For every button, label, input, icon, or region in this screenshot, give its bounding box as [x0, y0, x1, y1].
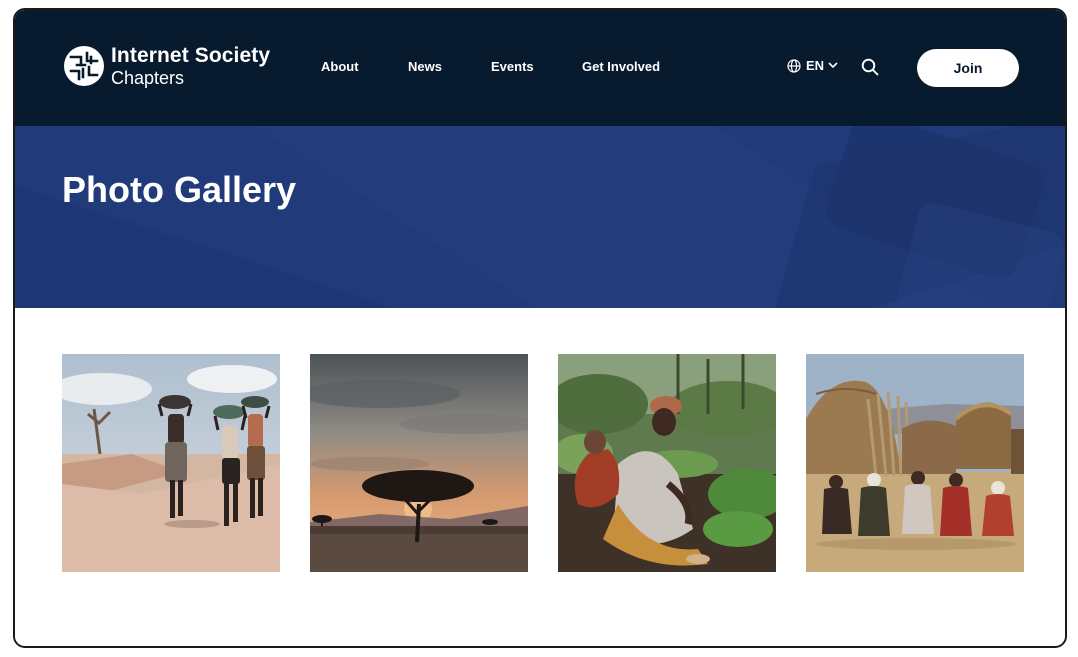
- join-button[interactable]: Join: [917, 49, 1019, 87]
- hero-banner: Photo Gallery: [15, 126, 1065, 308]
- site-logo[interactable]: Internet Society Chapters: [63, 45, 270, 87]
- language-selector[interactable]: EN: [787, 58, 838, 73]
- search-icon[interactable]: [861, 58, 879, 76]
- gallery-photo[interactable]: [558, 354, 776, 572]
- language-code: EN: [806, 58, 825, 73]
- page-title: Photo Gallery: [62, 169, 297, 210]
- photo-woman-tending-crops: [558, 354, 776, 572]
- isoc-logo-icon: [64, 46, 104, 86]
- photo-villagers-huts: [806, 354, 1024, 572]
- photo-gallery: [15, 308, 1065, 644]
- nav-item-events[interactable]: Events: [491, 59, 534, 74]
- brand-name: Internet Society: [111, 44, 271, 67]
- gallery-photo[interactable]: [806, 354, 1024, 572]
- chevron-down-icon: [828, 62, 838, 69]
- site-header: Internet Society Chapters About News Eve…: [15, 10, 1065, 126]
- photo-acacia-sunset: [310, 354, 528, 572]
- gallery-photo[interactable]: [62, 354, 280, 572]
- hero-decorative-shapes: [15, 126, 1065, 308]
- nav-item-about[interactable]: About: [321, 59, 359, 74]
- gallery-photo[interactable]: [310, 354, 528, 572]
- photo-people-carrying-bowls: [62, 354, 280, 572]
- browser-frame: Internet Society Chapters About News Eve…: [13, 8, 1067, 648]
- brand-subtitle: Chapters: [111, 68, 185, 88]
- nav-item-get-involved[interactable]: Get Involved: [582, 59, 660, 74]
- nav-item-news[interactable]: News: [408, 59, 442, 74]
- globe-icon: [787, 58, 801, 73]
